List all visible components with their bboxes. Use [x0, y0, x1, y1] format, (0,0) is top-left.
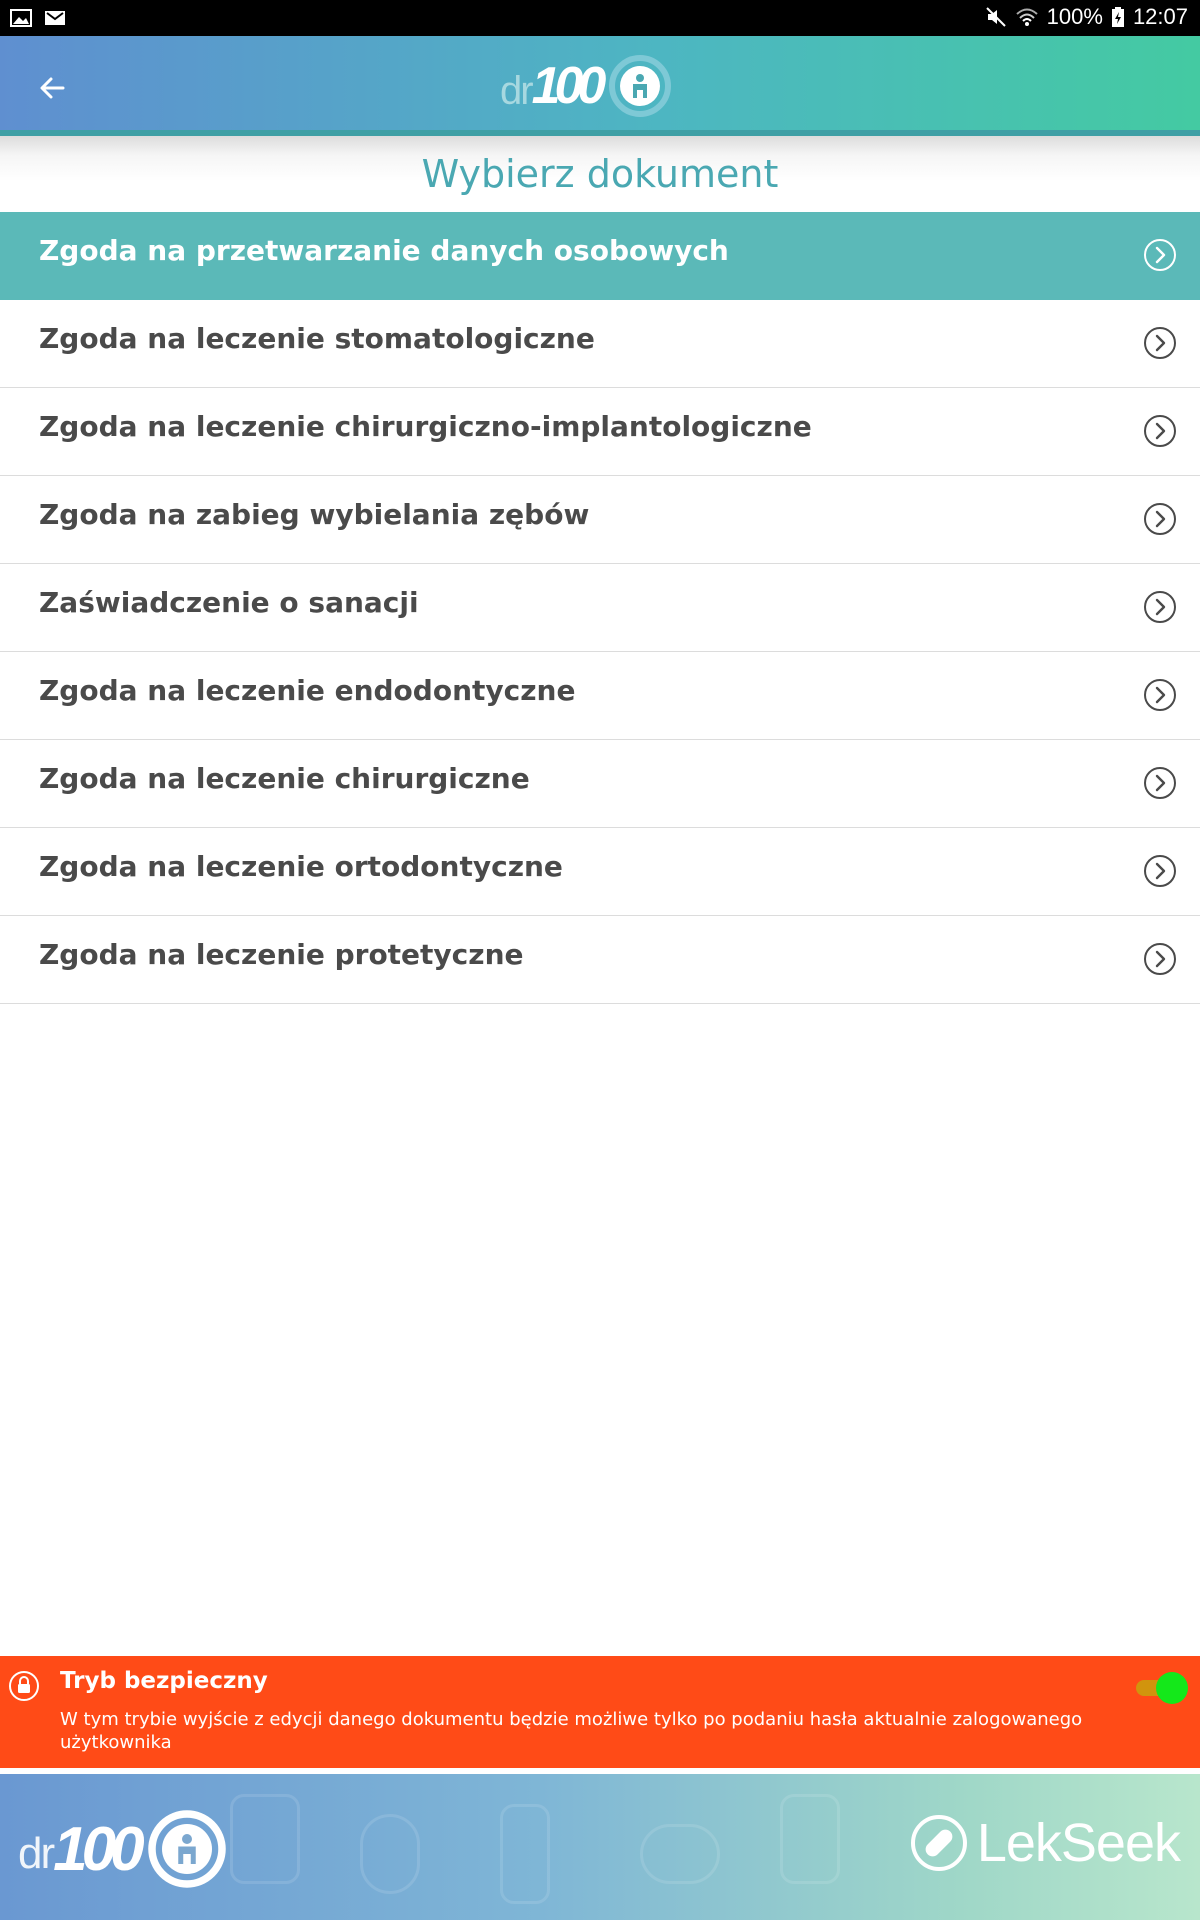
lock-icon [9, 1671, 39, 1701]
toggle-knob [1156, 1672, 1188, 1704]
document-label: Zgoda na leczenie chirurgiczno-implantol… [39, 410, 812, 443]
logo-100-text: 100 [531, 57, 607, 115]
clock: 12:07 [1132, 4, 1188, 29]
document-item[interactable]: Zgoda na przetwarzanie danych osobowych [0, 212, 1200, 300]
document-label: Zgoda na przetwarzanie danych osobowych [39, 234, 729, 267]
chevron-right-circle-icon [1144, 943, 1176, 975]
footer-dr100-logo: dr 100 [18, 1804, 227, 1894]
document-item[interactable]: Zgoda na leczenie chirurgiczno-implantol… [0, 388, 1200, 476]
status-bar: 100% 12:07 [0, 0, 1200, 36]
mute-icon [985, 7, 1006, 27]
wifi-icon [1015, 8, 1038, 26]
battery-percent: 100% [1046, 4, 1103, 29]
battery-icon [1111, 7, 1124, 27]
footer-tooth-badge-icon [147, 1810, 226, 1888]
document-item[interactable]: Zgoda na leczenie protetyczne [0, 916, 1200, 1004]
document-label: Zgoda na leczenie protetyczne [39, 938, 524, 971]
decorative-shape [360, 1814, 420, 1894]
gallery-notification-icon [10, 9, 32, 27]
document-label: Zgoda na zabieg wybielania zębów [39, 498, 590, 531]
lekseek-text: LekSeek [976, 1813, 1181, 1873]
app-bar: dr 100 [0, 36, 1200, 136]
safe-mode-banner: Tryb bezpieczny W tym trybie wyjście z e… [0, 1656, 1200, 1768]
mail-notification-icon [45, 11, 65, 25]
decorative-shape [230, 1794, 300, 1884]
footer-ad-banner[interactable]: dr 100 LekSeek [0, 1774, 1200, 1920]
logo-dr-text: dr [500, 68, 534, 113]
back-button[interactable] [30, 66, 74, 110]
safe-mode-toggle[interactable] [1134, 1672, 1188, 1704]
safe-mode-description: W tym trybie wyjście z edycji danego dok… [60, 1709, 1083, 1753]
decorative-shape [640, 1824, 720, 1884]
decorative-shape [500, 1804, 550, 1904]
title-area: Wybierz dokument [0, 136, 1200, 212]
document-label: Zaświadczenie o sanacji [39, 586, 419, 619]
chevron-right-circle-icon [1144, 591, 1176, 623]
chevron-right-circle-icon [1144, 679, 1176, 711]
chevron-right-circle-icon [1144, 415, 1176, 447]
document-list: Zgoda na przetwarzanie danych osobowych … [0, 212, 1200, 1004]
decorative-shape [780, 1794, 840, 1884]
pill-icon [910, 1815, 967, 1871]
document-label: Zgoda na leczenie chirurgiczne [39, 762, 530, 795]
arrow-left-icon [40, 77, 65, 99]
chevron-right-circle-icon [1144, 503, 1176, 535]
page-title: Wybierz dokument [421, 152, 779, 196]
footer-logo-100-text: 100 [53, 1814, 144, 1884]
dr100-logo: dr 100 [500, 46, 700, 126]
safe-mode-title: Tryb bezpieczny [60, 1668, 268, 1694]
document-item[interactable]: Zgoda na leczenie stomatologiczne [0, 300, 1200, 388]
document-item[interactable]: Zgoda na leczenie ortodontyczne [0, 828, 1200, 916]
document-item[interactable]: Zaświadczenie o sanacji [0, 564, 1200, 652]
chevron-right-circle-icon [1144, 767, 1176, 799]
chevron-right-circle-icon [1144, 239, 1176, 271]
document-item[interactable]: Zgoda na leczenie endodontyczne [0, 652, 1200, 740]
chevron-right-circle-icon [1144, 327, 1176, 359]
document-label: Zgoda na leczenie ortodontyczne [39, 850, 563, 883]
document-item[interactable]: Zgoda na leczenie chirurgiczne [0, 740, 1200, 828]
document-label: Zgoda na leczenie stomatologiczne [39, 322, 595, 355]
footer-logo-dr-text: dr [18, 1829, 55, 1878]
lekseek-logo: LekSeek [909, 1812, 1181, 1874]
document-item[interactable]: Zgoda na zabieg wybielania zębów [0, 476, 1200, 564]
tooth-badge-icon [609, 55, 672, 117]
document-label: Zgoda na leczenie endodontyczne [39, 674, 576, 707]
chevron-right-circle-icon [1144, 855, 1176, 887]
